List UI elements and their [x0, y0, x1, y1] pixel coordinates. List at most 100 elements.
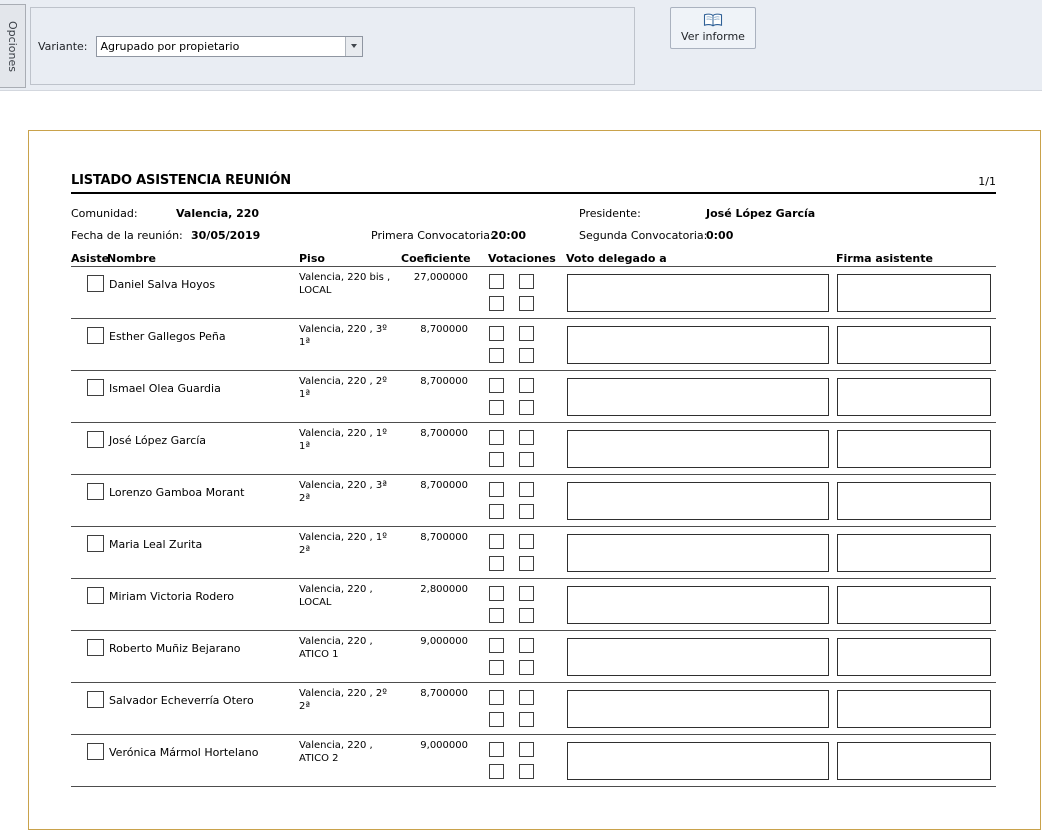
firma-box [837, 638, 991, 676]
primera-convocatoria-label: Primera Convocatoria: [371, 229, 494, 242]
firma-box [837, 326, 991, 364]
row-nombre: Maria Leal Zurita [109, 538, 202, 551]
page-indicator: 1/1 [978, 175, 996, 188]
asiste-checkbox [87, 379, 104, 396]
voto-delegado-box [567, 430, 829, 468]
votacion-checkbox-4 [519, 296, 534, 311]
comunidad-label: Comunidad: [71, 207, 138, 220]
row-coeficiente: 8,700000 [371, 480, 468, 491]
votacion-checkbox-1 [489, 690, 504, 705]
firma-box [837, 378, 991, 416]
asiste-checkbox [87, 431, 104, 448]
asiste-checkbox [87, 587, 104, 604]
votacion-checkbox-2 [519, 690, 534, 705]
table-row: Lorenzo Gamboa Morant Valencia, 220 , 3ª… [71, 475, 996, 527]
votacion-checkbox-3 [489, 556, 504, 571]
table-row: Daniel Salva Hoyos Valencia, 220 bis , L… [71, 267, 996, 319]
table-row: Roberto Muñiz Bejarano Valencia, 220 , A… [71, 631, 996, 683]
variante-label: Variante: [38, 40, 88, 53]
votacion-checkbox-1 [489, 742, 504, 757]
chevron-down-icon [351, 44, 357, 48]
votacion-checkbox-1 [489, 430, 504, 445]
row-coeficiente: 8,700000 [371, 376, 468, 387]
votacion-checkbox-2 [519, 638, 534, 653]
row-nombre: Esther Gallegos Peña [109, 330, 226, 343]
voto-delegado-box [567, 586, 829, 624]
votacion-checkbox-3 [489, 712, 504, 727]
table-header: Asiste Nombre Piso Coeficiente Votacione… [71, 251, 996, 267]
report-page: LISTADO ASISTENCIA REUNIÓN 1/1 Comunidad… [28, 130, 1041, 830]
row-coeficiente: 9,000000 [371, 740, 468, 751]
col-voto-delegado: Voto delegado a [566, 252, 667, 265]
table-row: Salvador Echeverría Otero Valencia, 220 … [71, 683, 996, 735]
votacion-checkbox-1 [489, 326, 504, 341]
voto-delegado-box [567, 378, 829, 416]
votacion-checkbox-4 [519, 348, 534, 363]
report-info-row-1: Comunidad: Valencia, 220 Presidente: Jos… [71, 203, 996, 225]
row-nombre: José López García [109, 434, 206, 447]
votacion-checkbox-4 [519, 608, 534, 623]
table-row: Esther Gallegos Peña Valencia, 220 , 3º … [71, 319, 996, 371]
votacion-checkbox-1 [489, 274, 504, 289]
voto-delegado-box [567, 482, 829, 520]
report-content: LISTADO ASISTENCIA REUNIÓN 1/1 Comunidad… [71, 173, 996, 787]
voto-delegado-box [567, 742, 829, 780]
tab-opciones[interactable]: Opciones [0, 4, 26, 88]
votacion-checkbox-2 [519, 586, 534, 601]
firma-box [837, 586, 991, 624]
votacion-checkbox-1 [489, 638, 504, 653]
col-coeficiente: Coeficiente [401, 252, 471, 265]
votacion-checkbox-4 [519, 452, 534, 467]
asiste-checkbox [87, 275, 104, 292]
asiste-checkbox [87, 535, 104, 552]
ver-informe-label: Ver informe [681, 30, 745, 43]
asiste-checkbox [87, 639, 104, 656]
tab-opciones-label: Opciones [6, 21, 19, 72]
row-coeficiente: 8,700000 [371, 324, 468, 335]
table-row: Miriam Victoria Rodero Valencia, 220 , L… [71, 579, 996, 631]
options-panel: Variante: Agrupado por propietario [30, 7, 635, 85]
firma-box [837, 274, 991, 312]
variante-dropdown-value: Agrupado por propietario [97, 40, 345, 53]
votacion-checkbox-2 [519, 378, 534, 393]
row-coeficiente: 8,700000 [371, 428, 468, 439]
votacion-checkbox-3 [489, 660, 504, 675]
report-info-row-2: Fecha de la reunión: 30/05/2019 Primera … [71, 225, 996, 247]
voto-delegado-box [567, 326, 829, 364]
comunidad-value: Valencia, 220 [176, 207, 259, 220]
votacion-checkbox-4 [519, 660, 534, 675]
votacion-checkbox-4 [519, 712, 534, 727]
votacion-checkbox-3 [489, 504, 504, 519]
votacion-checkbox-3 [489, 452, 504, 467]
votacion-checkbox-2 [519, 742, 534, 757]
report-title: LISTADO ASISTENCIA REUNIÓN [71, 173, 291, 188]
votacion-checkbox-2 [519, 430, 534, 445]
col-asiste: Asiste [71, 252, 109, 265]
table-row: José López García Valencia, 220 , 1º 1ª … [71, 423, 996, 475]
fecha-label: Fecha de la reunión: [71, 229, 183, 242]
row-coeficiente: 8,700000 [371, 688, 468, 699]
ver-informe-button[interactable]: Ver informe [670, 7, 756, 49]
segunda-convocatoria-label: Segunda Convocatoria: [579, 229, 707, 242]
votacion-checkbox-2 [519, 534, 534, 549]
votacion-checkbox-4 [519, 504, 534, 519]
table-row: Maria Leal Zurita Valencia, 220 , 1º 2ª … [71, 527, 996, 579]
row-coeficiente: 8,700000 [371, 532, 468, 543]
votacion-checkbox-3 [489, 348, 504, 363]
col-nombre: Nombre [107, 252, 156, 265]
firma-box [837, 534, 991, 572]
presidente-label: Presidente: [579, 207, 641, 220]
firma-box [837, 482, 991, 520]
col-votaciones: Votaciones [488, 252, 556, 265]
votacion-checkbox-4 [519, 556, 534, 571]
voto-delegado-box [567, 690, 829, 728]
toolbar: Opciones Variante: Agrupado por propieta… [0, 0, 1042, 91]
variante-dropdown[interactable]: Agrupado por propietario [96, 36, 363, 57]
votacion-checkbox-2 [519, 274, 534, 289]
col-piso: Piso [299, 252, 325, 265]
variante-dropdown-button[interactable] [345, 37, 362, 56]
firma-box [837, 430, 991, 468]
row-nombre: Lorenzo Gamboa Morant [109, 486, 244, 499]
row-nombre: Salvador Echeverría Otero [109, 694, 254, 707]
row-coeficiente: 2,800000 [371, 584, 468, 595]
